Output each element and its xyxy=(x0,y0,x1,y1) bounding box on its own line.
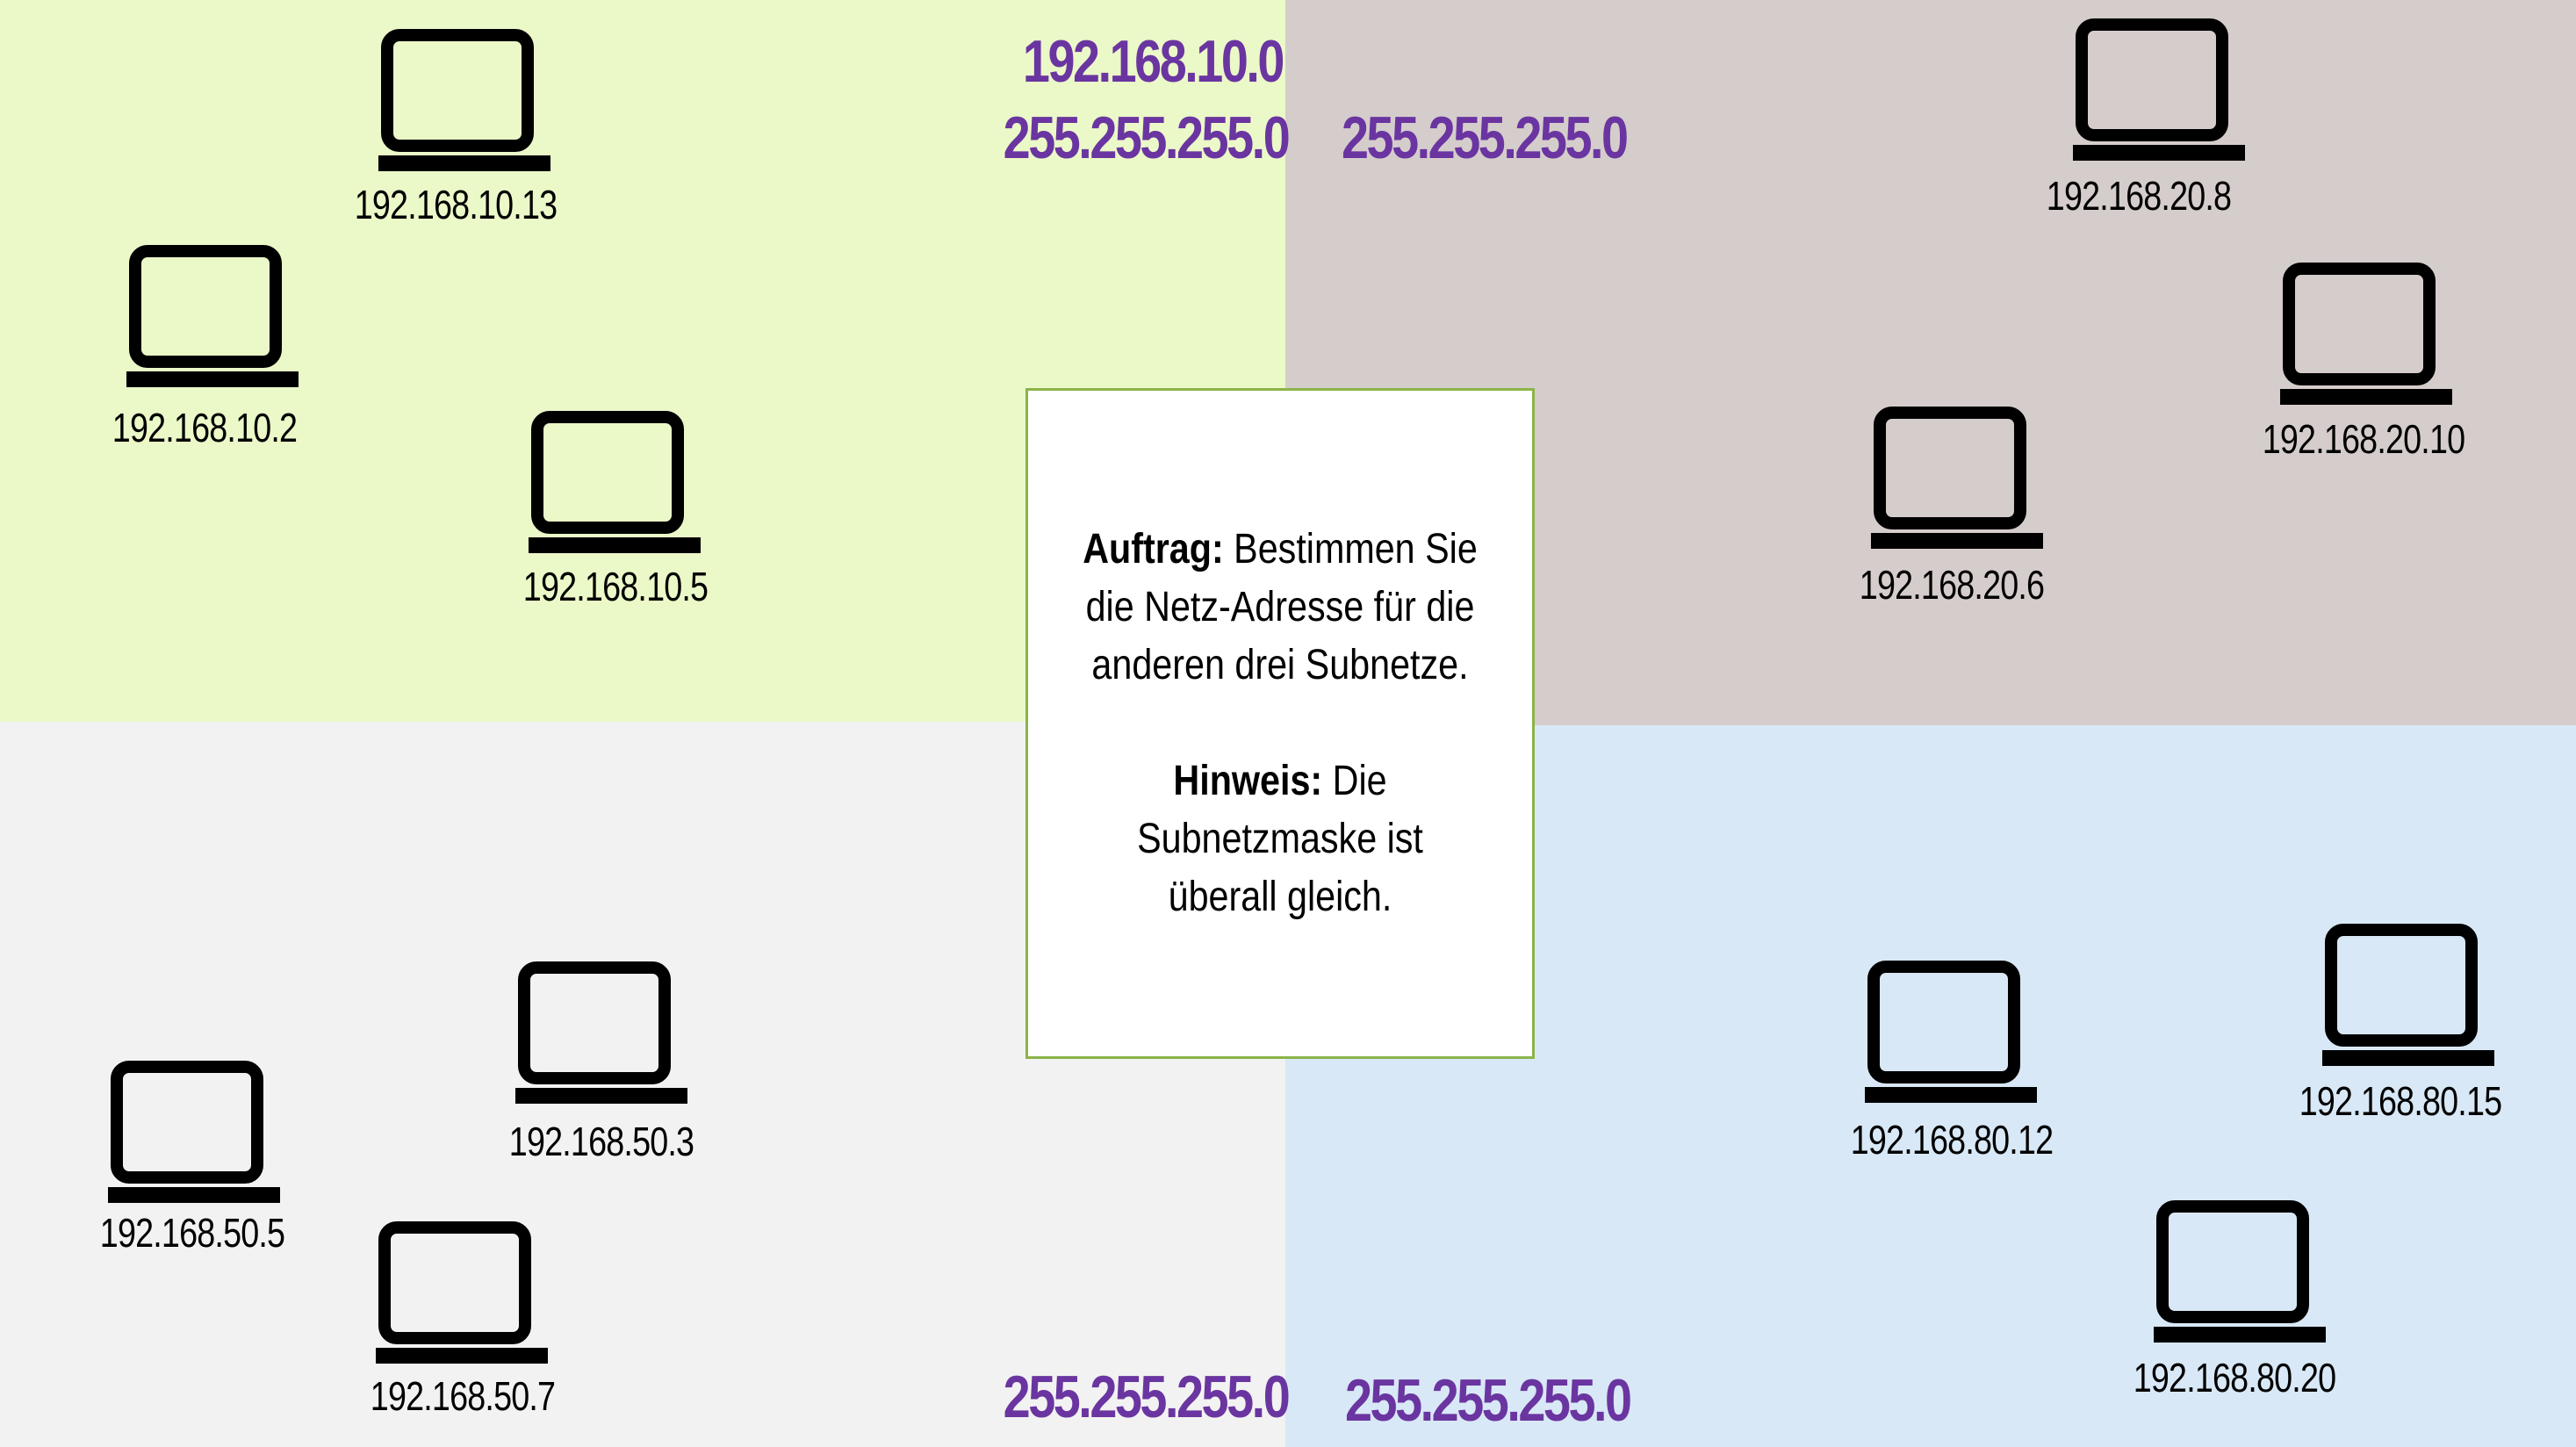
laptop-icon xyxy=(2073,18,2245,161)
task-box: Auftrag: Bestimmen Sie die Netz-Adresse … xyxy=(1025,388,1535,1059)
subnet-mask-label: 255.255.255.0 xyxy=(1003,1364,1291,1430)
subnet-mask-label: 255.255.255.0 xyxy=(1345,1367,1632,1434)
subnet-mask-label: 255.255.255.0 xyxy=(1342,104,1629,171)
laptop-icon xyxy=(1871,407,2043,549)
host-ip-label: 192.168.50.7 xyxy=(370,1373,556,1419)
laptop-icon xyxy=(515,961,687,1104)
laptop-icon xyxy=(529,411,701,553)
host-ip-label: 192.168.80.20 xyxy=(2133,1355,2336,1400)
host-ip-label: 192.168.10.2 xyxy=(112,405,298,450)
host-ip-label: 192.168.80.15 xyxy=(2299,1078,2502,1124)
host-ip-label: 192.168.10.5 xyxy=(522,564,709,609)
network-address-label: 192.168.10.0 xyxy=(1022,28,1285,95)
hint-label: Hinweis: xyxy=(1173,758,1323,804)
laptop-icon xyxy=(2322,924,2494,1066)
task-paragraph: Auftrag: Bestimmen Sie die Netz-Adresse … xyxy=(1069,521,1492,695)
laptop-icon xyxy=(378,29,550,171)
laptop-icon xyxy=(2154,1200,2326,1343)
host-ip-label: 192.168.20.6 xyxy=(1859,562,2045,608)
host-ip-label: 192.168.10.13 xyxy=(354,182,558,227)
host-ip-label: 192.168.80.12 xyxy=(1850,1117,2054,1163)
laptop-icon xyxy=(108,1061,280,1203)
host-ip-label: 192.168.20.8 xyxy=(2046,173,2232,219)
laptop-icon xyxy=(1865,961,2037,1103)
host-ip-label: 192.168.20.10 xyxy=(2262,416,2465,462)
task-label: Auftrag: xyxy=(1083,526,1224,572)
host-ip-label: 192.168.50.3 xyxy=(508,1119,694,1164)
laptop-icon xyxy=(126,245,299,387)
hint-paragraph: Hinweis: Die Subnetzmaske ist überall gl… xyxy=(1121,752,1438,926)
subnet-mask-label: 255.255.255.0 xyxy=(1003,104,1291,171)
laptop-icon xyxy=(2280,263,2452,405)
laptop-icon xyxy=(376,1221,548,1364)
host-ip-label: 192.168.50.5 xyxy=(99,1210,285,1256)
